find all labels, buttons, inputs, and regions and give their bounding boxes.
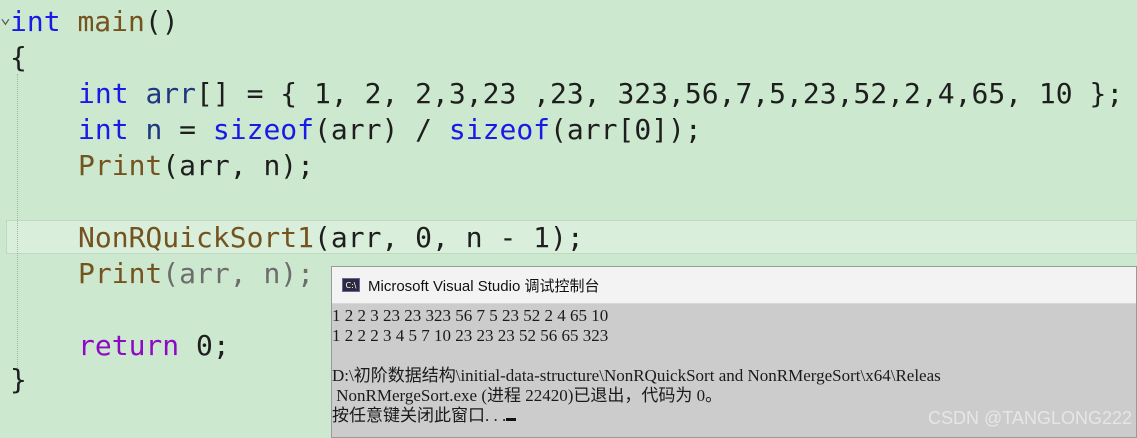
sizeof-1: sizeof — [212, 113, 315, 146]
console-line: 1 2 2 3 23 23 323 56 7 5 23 52 2 4 65 10 — [332, 306, 609, 325]
code-line-quicksort[interactable]: NonRQuickSort1(arr, 0, n - 1); — [78, 220, 584, 256]
indent-guide — [17, 74, 18, 374]
code-line-print-1[interactable]: Print(arr, n); — [78, 148, 314, 184]
debug-console-window[interactable]: C:\ Microsoft Visual Studio 调试控制台 1 2 2 … — [331, 266, 1137, 438]
code-line-array[interactable]: int arr[] = { 1, 2, 2,3,23 ,23, 323,56,7… — [78, 76, 1123, 112]
open-brace: { — [10, 41, 27, 74]
watermark: CSDN @TANGLONG222 — [928, 408, 1132, 428]
code-line-return[interactable]: return 0; — [78, 328, 230, 364]
sizeof-2: sizeof — [448, 113, 551, 146]
function-print: Print — [78, 257, 163, 290]
console-title: Microsoft Visual Studio 调试控制台 — [368, 277, 600, 295]
keyword-int: int — [78, 77, 129, 110]
quicksort-args: (arr, 0, n - 1); — [314, 221, 584, 254]
console-titlebar[interactable]: C:\ Microsoft Visual Studio 调试控制台 — [332, 267, 1136, 304]
function-print: Print — [78, 149, 163, 182]
console-line: D:\初阶数据结构\initial-data-structure\NonRQui… — [332, 366, 941, 385]
return-value: 0; — [179, 329, 230, 362]
assign: = — [162, 113, 213, 146]
console-app-icon: C:\ — [342, 278, 360, 292]
print-args: (arr, n); — [162, 257, 315, 290]
code-line-size[interactable]: int n = sizeof(arr) / sizeof(arr[0]); — [78, 112, 702, 148]
keyword-int: int — [78, 113, 129, 146]
keyword-return: return — [78, 329, 180, 362]
function-nonrquicksort1: NonRQuickSort1 — [78, 221, 315, 254]
sizeof-arg-2: (arr[0]); — [550, 113, 702, 146]
keyword-int: int — [10, 5, 61, 38]
text-cursor — [506, 418, 517, 421]
array-initializer: [] = { 1, 2, 2,3,23 ,23, 323,56,7,5,23,5… — [196, 77, 1124, 110]
console-line: NonRMergeSort.exe (进程 22420)已退出，代码为 0。 — [332, 386, 723, 405]
variable-arr: arr — [145, 77, 197, 110]
variable-n: n — [145, 113, 163, 146]
code-line-print-2[interactable]: Print(arr, n); — [78, 256, 314, 292]
close-brace: } — [10, 363, 27, 396]
console-line: 1 2 2 2 3 4 5 7 10 23 23 23 52 56 65 323 — [332, 326, 609, 345]
function-name: main — [77, 5, 145, 38]
code-line-open-brace[interactable]: { — [10, 40, 27, 76]
prompt-text: 按任意键关闭此窗口. . . — [332, 406, 507, 425]
code-line-close-brace[interactable]: } — [10, 362, 27, 398]
code-line-main[interactable]: int main() — [10, 4, 179, 40]
parens: () — [144, 5, 179, 38]
print-args: (arr, n); — [162, 149, 315, 182]
sizeof-arg-1: (arr) / — [314, 113, 449, 146]
